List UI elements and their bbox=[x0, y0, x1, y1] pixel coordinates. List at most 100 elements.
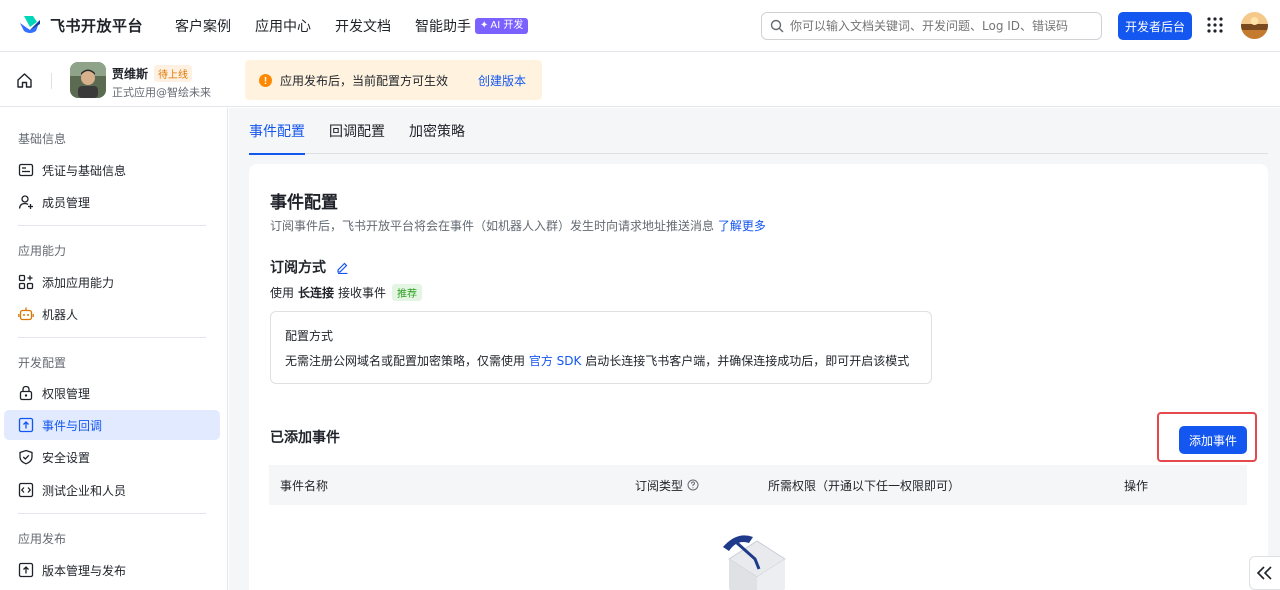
sidebar-item-label: 机器人 bbox=[42, 307, 79, 322]
card-description: 订阅事件后，飞书开放平台将会在事件（如机器人入群）发生时向请求地址推送消息 了解… bbox=[270, 217, 766, 234]
tab-encryption-policy[interactable]: 加密策略 bbox=[409, 108, 465, 154]
nav-dev-docs[interactable]: 开发文档 bbox=[335, 16, 391, 36]
sidebar-item-permissions[interactable]: 权限管理 bbox=[4, 378, 220, 408]
description-text: 订阅事件后，飞书开放平台将会在事件（如机器人入群）发生时向请求地址推送消息 bbox=[270, 219, 715, 233]
edit-icon[interactable] bbox=[336, 261, 349, 274]
sidebar-divider bbox=[18, 337, 206, 338]
long-connection-label: 长连接 bbox=[298, 286, 335, 300]
app-subtitle: 正式应用@智绘未来 bbox=[112, 86, 211, 99]
sidebar-divider bbox=[18, 225, 206, 226]
user-add-icon bbox=[18, 195, 33, 209]
sidebar-divider bbox=[18, 513, 206, 514]
sub-line-prefix: 使用 bbox=[270, 286, 295, 300]
app-name: 贾维斯 bbox=[112, 67, 149, 81]
config-mode-title: 配置方式 bbox=[285, 329, 334, 343]
subscription-method-value: 使用 长连接 接收事件 推荐 bbox=[270, 284, 423, 301]
ai-badge: ✦ AI 开发 bbox=[475, 18, 529, 34]
sidebar-group-capabilities: 应用能力 bbox=[18, 244, 67, 258]
recommended-badge: 推荐 bbox=[392, 284, 423, 301]
warning-icon bbox=[259, 73, 272, 87]
sidebar-item-label: 测试企业和人员 bbox=[42, 483, 127, 498]
config-mode-description: 无需注册公网域名或配置加密策略，仅需使用 官方 SDK 启动长连接飞书客户端，并… bbox=[285, 352, 909, 369]
user-avatar-image bbox=[1241, 12, 1268, 39]
sidebar-item-events-callbacks[interactable]: 事件与回调 bbox=[4, 410, 220, 440]
mode-desc-suffix: 启动长连接飞书客户端，并确保连接成功后，即可开启该模式 bbox=[585, 354, 910, 368]
config-mode-box: 配置方式 无需注册公网域名或配置加密策略，仅需使用 官方 SDK 启动长连接飞书… bbox=[270, 311, 932, 384]
sidebar-item-robot[interactable]: 机器人 bbox=[4, 299, 220, 329]
column-subscription-type: 订阅类型 bbox=[635, 465, 699, 505]
shield-icon bbox=[19, 449, 33, 465]
sidebar-item-credentials[interactable]: 凭证与基础信息 bbox=[4, 155, 220, 185]
notice-text: 应用发布后，当前配置方可生效 bbox=[280, 73, 449, 88]
app-grid-icon[interactable] bbox=[1207, 17, 1223, 33]
sidebar-item-label: 安全设置 bbox=[42, 450, 91, 465]
sidebar-item-members[interactable]: 成员管理 bbox=[4, 187, 220, 217]
sparkle-icon: ✦ bbox=[480, 20, 489, 31]
status-badge: 待上线 bbox=[154, 65, 193, 82]
events-table-header: 事件名称 订阅类型 所需权限（开通以下任一权限即可） 操作 bbox=[269, 465, 1247, 505]
sidebar-item-label: 成员管理 bbox=[42, 195, 91, 210]
robot-icon bbox=[18, 307, 34, 321]
create-version-link[interactable]: 创建版本 bbox=[478, 72, 526, 89]
subscription-method-title: 订阅方式 bbox=[270, 260, 326, 276]
nav-customer-cases[interactable]: 客户案例 bbox=[175, 16, 231, 36]
add-event-button[interactable]: 添加事件 bbox=[1179, 426, 1247, 454]
double-chevron-left-icon bbox=[1256, 566, 1272, 580]
official-sdk-link[interactable]: 官方 SDK bbox=[529, 354, 582, 368]
sidebar-item-security[interactable]: 安全设置 bbox=[4, 442, 220, 472]
apps-add-icon bbox=[18, 274, 34, 290]
top-navigation: 飞书开放平台 客户案例 应用中心 开发文档 智能助手 ✦AI 开发 开发者后台 bbox=[0, 0, 1280, 52]
upload-icon bbox=[18, 562, 34, 578]
divider bbox=[51, 73, 52, 89]
sidebar-item-test-enterprise[interactable]: 测试企业和人员 bbox=[4, 475, 220, 505]
user-avatar[interactable] bbox=[1241, 12, 1268, 39]
tab-event-config[interactable]: 事件配置 bbox=[249, 108, 305, 155]
sidebar-item-label: 事件与回调 bbox=[42, 418, 103, 433]
tab-callback-config[interactable]: 回调配置 bbox=[329, 108, 385, 154]
publish-notice: 应用发布后，当前配置方可生效 创建版本 bbox=[245, 60, 542, 100]
page-title: 事件配置 bbox=[270, 193, 338, 213]
nav-smart-assistant[interactable]: 智能助手 ✦ AI 开发 bbox=[415, 16, 529, 36]
logo[interactable]: 飞书开放平台 bbox=[18, 14, 143, 36]
home-icon[interactable] bbox=[16, 72, 33, 89]
column-actions: 操作 bbox=[1124, 478, 1149, 493]
tab-bar: 事件配置 回调配置 加密策略 bbox=[249, 108, 1268, 155]
sub-line-suffix: 接收事件 bbox=[338, 286, 387, 300]
sidebar: 基础信息 凭证与基础信息 成员管理 应用能力 添加应用能力 机器人 开发配置 权… bbox=[0, 108, 228, 590]
event-config-card: 事件配置 订阅事件后，飞书开放平台将会在事件（如机器人入群）发生时向请求地址推送… bbox=[249, 164, 1268, 590]
added-events-title: 已添加事件 bbox=[270, 430, 340, 446]
main-content: 事件配置 回调配置 加密策略 事件配置 订阅事件后，飞书开放平台将会在事件（如机… bbox=[229, 108, 1280, 590]
ai-badge-label: AI 开发 bbox=[490, 20, 524, 31]
id-card-icon bbox=[18, 163, 34, 177]
sidebar-item-add-capability[interactable]: 添加应用能力 bbox=[4, 267, 220, 297]
sidebar-item-label: 添加应用能力 bbox=[42, 275, 115, 290]
app-avatar bbox=[70, 62, 106, 98]
sidebar-group-basic: 基础信息 bbox=[18, 132, 67, 146]
nav-app-center[interactable]: 应用中心 bbox=[255, 16, 311, 36]
help-icon[interactable] bbox=[687, 479, 699, 491]
search-box[interactable] bbox=[761, 12, 1102, 40]
learn-more-link[interactable]: 了解更多 bbox=[718, 219, 766, 233]
sidebar-item-label: 版本管理与发布 bbox=[42, 563, 127, 578]
sidebar-group-release: 应用发布 bbox=[18, 532, 67, 546]
subscription-method-heading: 订阅方式 bbox=[270, 257, 349, 277]
sidebar-group-dev-config: 开发配置 bbox=[18, 356, 67, 370]
sidebar-item-label: 凭证与基础信息 bbox=[42, 163, 127, 178]
logo-text: 飞书开放平台 bbox=[50, 16, 144, 35]
column-event-name: 事件名称 bbox=[280, 478, 329, 493]
developer-console-button[interactable]: 开发者后台 bbox=[1118, 12, 1192, 40]
search-icon bbox=[770, 19, 784, 33]
sidebar-item-version-release[interactable]: 版本管理与发布 bbox=[4, 555, 220, 585]
app-name-row: 贾维斯 待上线 bbox=[112, 65, 193, 82]
mode-desc-prefix: 无需注册公网域名或配置加密策略，仅需使用 bbox=[285, 354, 526, 368]
sidebar-item-label: 权限管理 bbox=[42, 386, 91, 401]
event-icon bbox=[18, 417, 34, 433]
feishu-logo-icon bbox=[20, 16, 40, 33]
column-subscription-type-label: 订阅类型 bbox=[635, 478, 684, 493]
search-input[interactable] bbox=[790, 19, 1090, 33]
column-required-permissions: 所需权限（开通以下任一权限即可） bbox=[768, 478, 961, 493]
app-header: 贾维斯 待上线 正式应用@智绘未来 应用发布后，当前配置方可生效 创建版本 bbox=[0, 53, 1280, 107]
app-avatar-image bbox=[70, 62, 106, 98]
code-icon bbox=[18, 482, 34, 498]
collapse-panel-button[interactable] bbox=[1249, 556, 1280, 590]
